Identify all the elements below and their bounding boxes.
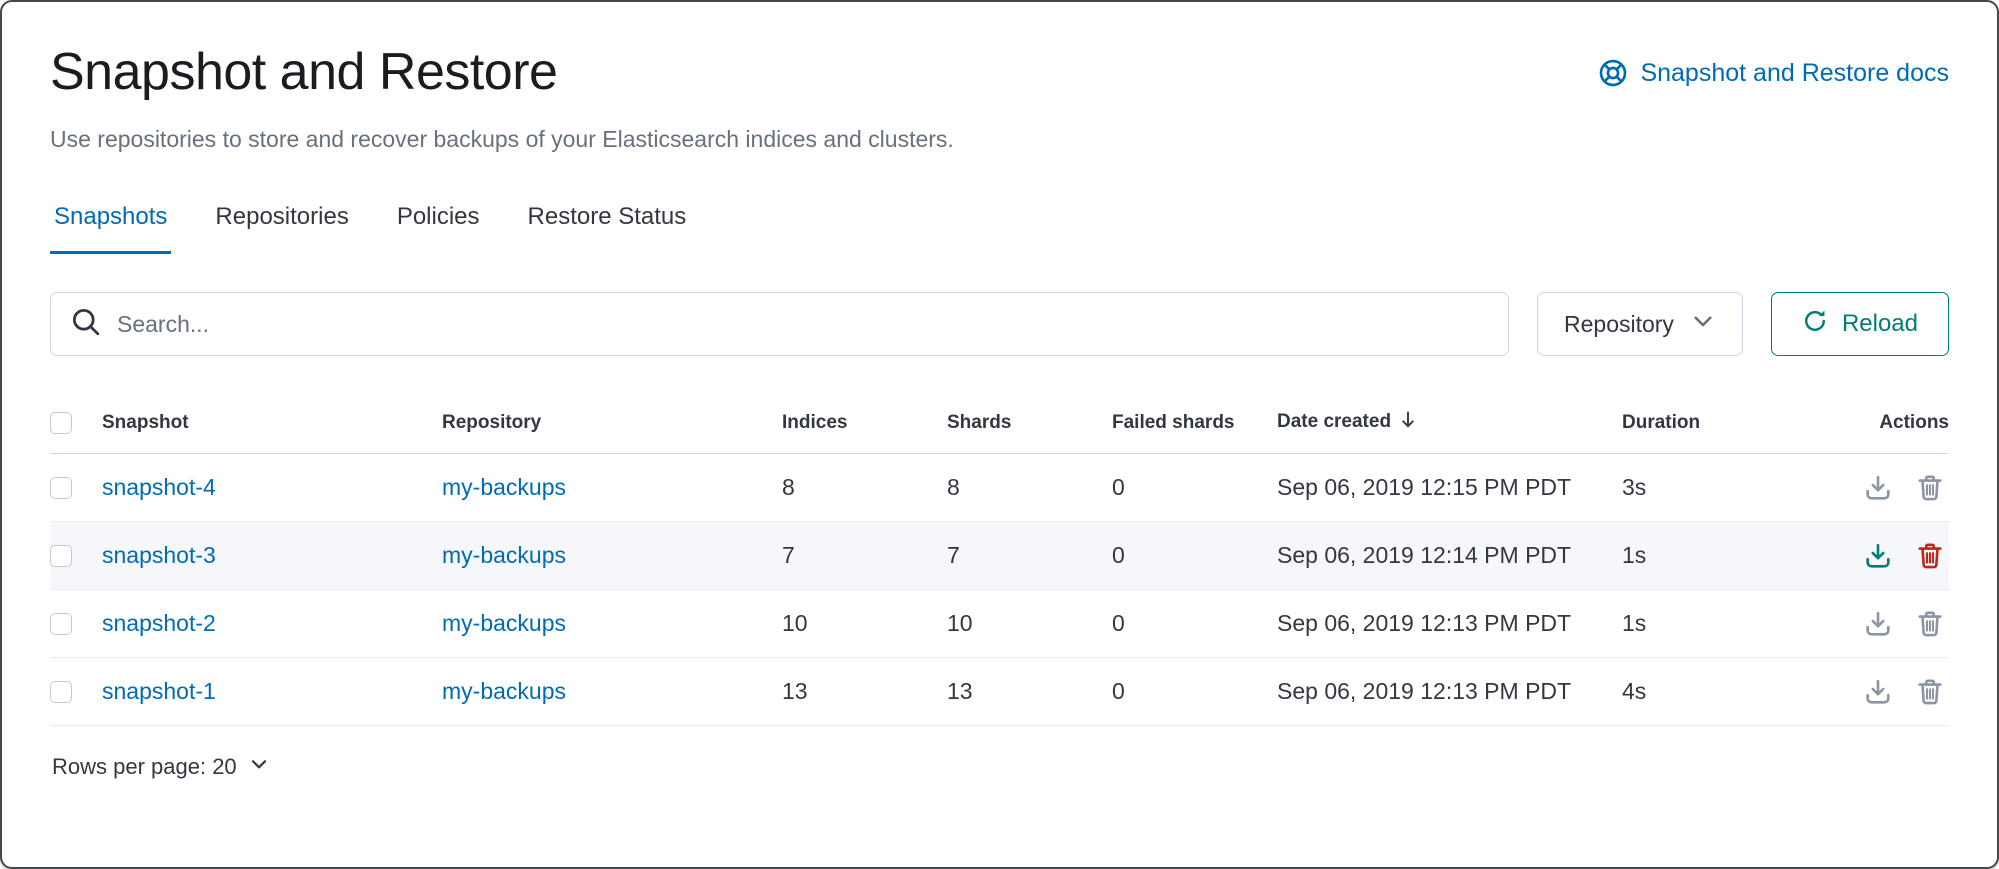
snapshot-link[interactable]: snapshot-2 [102,610,216,636]
indices-cell: 10 [782,610,947,637]
date-created-cell: Sep 06, 2019 12:15 PM PDT [1277,474,1622,501]
life-ring-icon [1598,58,1628,88]
shards-cell: 7 [947,542,1112,569]
table-header-row: Snapshot Repository Indices Shards Faile… [50,392,1949,454]
row-checkbox[interactable] [50,545,72,567]
refresh-icon [1802,308,1828,341]
column-header-duration[interactable]: Duration [1622,412,1847,434]
tab-policies[interactable]: Policies [393,203,484,254]
snapshot-link[interactable]: snapshot-4 [102,474,216,500]
failed-shards-cell: 0 [1112,474,1277,501]
column-header-failed-shards[interactable]: Failed shards [1112,412,1277,434]
shards-cell: 10 [947,610,1112,637]
restore-snapshot-button[interactable] [1863,473,1893,503]
column-header-snapshot[interactable]: Snapshot [102,412,442,434]
restore-snapshot-button[interactable] [1863,677,1893,707]
indices-cell: 7 [782,542,947,569]
tab-restore-status[interactable]: Restore Status [524,203,691,254]
chevron-down-icon [1690,308,1716,340]
column-header-date-created[interactable]: Date created [1277,409,1622,437]
restore-snapshot-button[interactable] [1863,609,1893,639]
failed-shards-cell: 0 [1112,678,1277,705]
reload-button-label: Reload [1842,310,1918,338]
repository-link[interactable]: my-backups [442,610,566,636]
snapshots-table: Snapshot Repository Indices Shards Faile… [50,392,1949,782]
delete-snapshot-button[interactable] [1915,473,1945,503]
snapshot-link[interactable]: snapshot-3 [102,542,216,568]
restore-snapshot-button[interactable] [1863,541,1893,571]
table-row: snapshot-3 my-backups 7 7 0 Sep 06, 2019… [50,522,1949,590]
rows-per-page-button[interactable]: Rows per page: 20 [50,752,271,782]
repository-link[interactable]: my-backups [442,474,566,500]
date-created-cell: Sep 06, 2019 12:14 PM PDT [1277,542,1622,569]
delete-snapshot-button[interactable] [1915,609,1945,639]
snapshot-restore-page: Snapshot and Restore Snapshot and Restor… [0,0,1999,869]
duration-cell: 4s [1622,678,1847,705]
page-header: Snapshot and Restore Snapshot and Restor… [50,42,1949,102]
select-all-checkbox[interactable] [50,412,72,434]
sort-arrow-down-icon [1397,415,1419,436]
search-input[interactable] [117,311,1488,338]
indices-cell: 8 [782,474,947,501]
indices-cell: 13 [782,678,947,705]
date-created-cell: Sep 06, 2019 12:13 PM PDT [1277,678,1622,705]
row-checkbox[interactable] [50,613,72,635]
delete-snapshot-button[interactable] [1915,541,1945,571]
table-row: snapshot-4 my-backups 8 8 0 Sep 06, 2019… [50,454,1949,522]
reload-button[interactable]: Reload [1771,292,1949,356]
duration-cell: 1s [1622,610,1847,637]
docs-link[interactable]: Snapshot and Restore docs [1598,58,1949,88]
tab-repositories[interactable]: Repositories [211,203,352,254]
row-checkbox[interactable] [50,477,72,499]
repository-filter-button[interactable]: Repository [1537,292,1743,356]
search-box [50,292,1509,356]
column-header-shards[interactable]: Shards [947,412,1112,434]
duration-cell: 1s [1622,542,1847,569]
rows-per-page-label: Rows per page: 20 [52,754,237,780]
row-checkbox[interactable] [50,681,72,703]
repository-link[interactable]: my-backups [442,542,566,568]
column-header-actions: Actions [1879,412,1949,434]
date-created-cell: Sep 06, 2019 12:13 PM PDT [1277,610,1622,637]
tab-snapshots[interactable]: Snapshots [50,203,171,254]
snapshot-link[interactable]: snapshot-1 [102,678,216,704]
table-controls: Repository Reload [50,292,1949,356]
repository-link[interactable]: my-backups [442,678,566,704]
shards-cell: 8 [947,474,1112,501]
failed-shards-cell: 0 [1112,610,1277,637]
column-header-repository[interactable]: Repository [442,412,782,434]
table-row: snapshot-1 my-backups 13 13 0 Sep 06, 20… [50,658,1949,726]
docs-link-label: Snapshot and Restore docs [1640,59,1949,88]
table-row: snapshot-2 my-backups 10 10 0 Sep 06, 20… [50,590,1949,658]
column-header-date-created-label: Date created [1277,411,1391,432]
repository-filter-label: Repository [1564,311,1674,338]
duration-cell: 3s [1622,474,1847,501]
delete-snapshot-button[interactable] [1915,677,1945,707]
column-header-indices[interactable]: Indices [782,412,947,434]
page-title: Snapshot and Restore [50,42,557,102]
page-description: Use repositories to store and recover ba… [50,126,1949,153]
chevron-down-icon [247,752,271,782]
search-icon [71,307,101,342]
shards-cell: 13 [947,678,1112,705]
failed-shards-cell: 0 [1112,542,1277,569]
tab-bar: Snapshots Repositories Policies Restore … [50,203,1949,254]
